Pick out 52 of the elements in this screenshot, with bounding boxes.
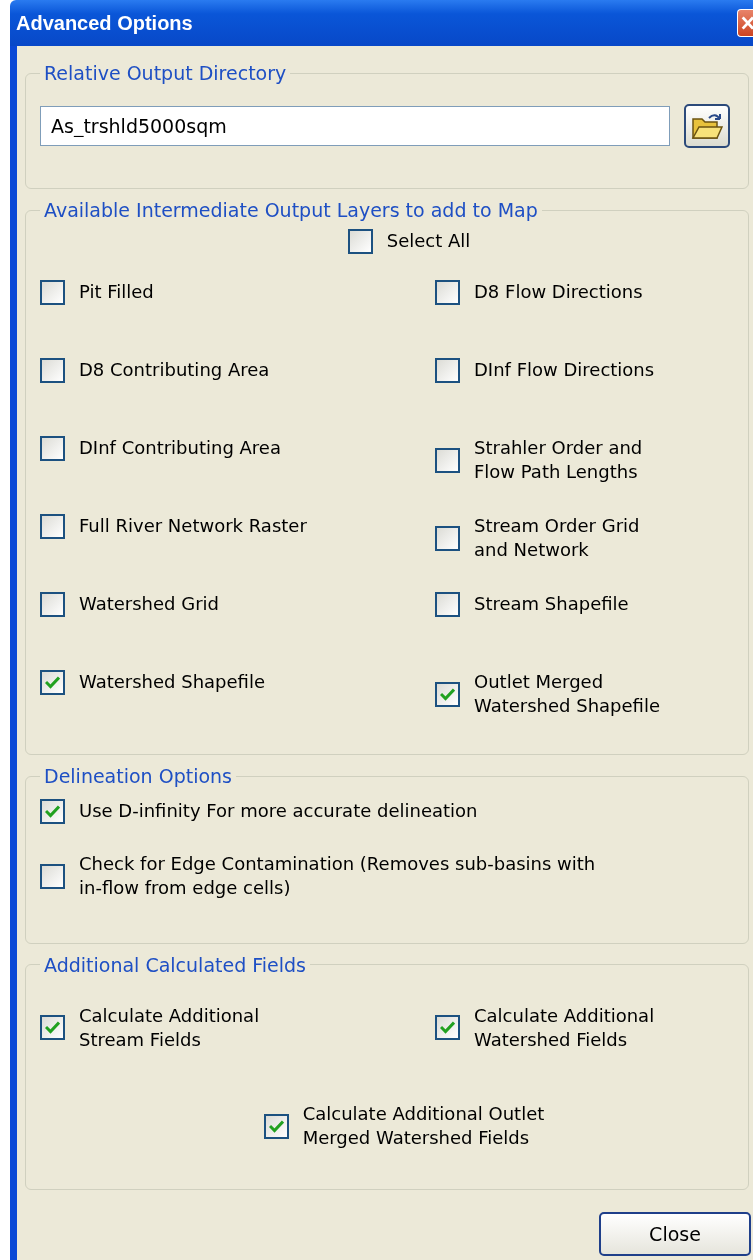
checkbox-label: Use D-infinity For more accurate delineation (79, 799, 478, 824)
group-title: Available Intermediate Output Layers to add to Map (43, 199, 539, 221)
close-button[interactable]: Close (599, 1211, 751, 1256)
checkbox-label: Stream Shapefile (474, 592, 629, 617)
checkbox[interactable] (40, 863, 65, 889)
checkbox[interactable] (40, 280, 65, 305)
checkbox[interactable] (40, 514, 65, 539)
checkbox[interactable] (435, 1015, 460, 1041)
checkbox[interactable] (40, 592, 65, 617)
checkbox[interactable] (435, 681, 460, 707)
checkbox-label: D8 Contributing Area (79, 358, 270, 383)
check-icon (45, 805, 60, 818)
close-icon[interactable] (737, 9, 753, 37)
group-title: Relative Output Directory (43, 62, 288, 84)
checkbox-label: Outlet Merged Watershed Shapefile (474, 670, 660, 719)
checkbox-label: Stream Order Grid and Network (474, 514, 640, 563)
folder-icon (691, 111, 723, 141)
check-icon (45, 676, 60, 689)
checkbox[interactable] (263, 1114, 289, 1139)
checkbox[interactable] (40, 436, 65, 461)
group-title: Delineation Options (43, 765, 233, 787)
checkbox-label: Pit Filled (79, 280, 154, 305)
checkbox-label: Strahler Order and Flow Path Lengths (474, 436, 643, 485)
checkbox-label: Calculate Additional Outlet Merged Watershed Fields (302, 1102, 545, 1151)
checkbox-label: Check for Edge Contamination (Removes sub-basins with in-flow from edge cells) (79, 852, 596, 901)
browse-button[interactable] (684, 104, 730, 148)
checkbox[interactable] (40, 358, 65, 383)
checkbox-label: Full River Network Raster (79, 514, 307, 539)
checkbox[interactable] (435, 447, 460, 473)
checkbox[interactable] (435, 280, 460, 305)
window-title: Advanced Options (16, 11, 193, 35)
checkbox[interactable] (435, 592, 460, 617)
checkbox-label: Watershed Grid (79, 592, 219, 617)
checkbox-label: Watershed Shapefile (79, 670, 265, 695)
checkbox[interactable] (40, 1015, 65, 1041)
checkbox[interactable] (347, 229, 373, 254)
checkbox[interactable] (435, 525, 460, 551)
check-icon (268, 1120, 284, 1133)
check-icon (440, 1021, 455, 1035)
directory-field[interactable]: As_trshld5000sqm (40, 106, 670, 146)
checkbox[interactable] (435, 358, 460, 383)
group-title: Additional Calculated Fields (43, 953, 307, 976)
check-icon (45, 1021, 60, 1035)
checkbox-label: Select All (386, 229, 471, 254)
checkbox[interactable] (40, 799, 65, 824)
checkbox-label: Calculate Additional Watershed Fields (474, 1003, 655, 1052)
checkbox-label: D8 Flow Directions (474, 280, 643, 305)
checkbox-label: DInf Flow Directions (474, 358, 655, 383)
checkbox-label: Calculate Additional Stream Fields (79, 1003, 260, 1052)
check-icon (440, 687, 455, 701)
checkbox[interactable] (40, 670, 65, 695)
checkbox-label: DInf Contributing Area (79, 436, 281, 461)
